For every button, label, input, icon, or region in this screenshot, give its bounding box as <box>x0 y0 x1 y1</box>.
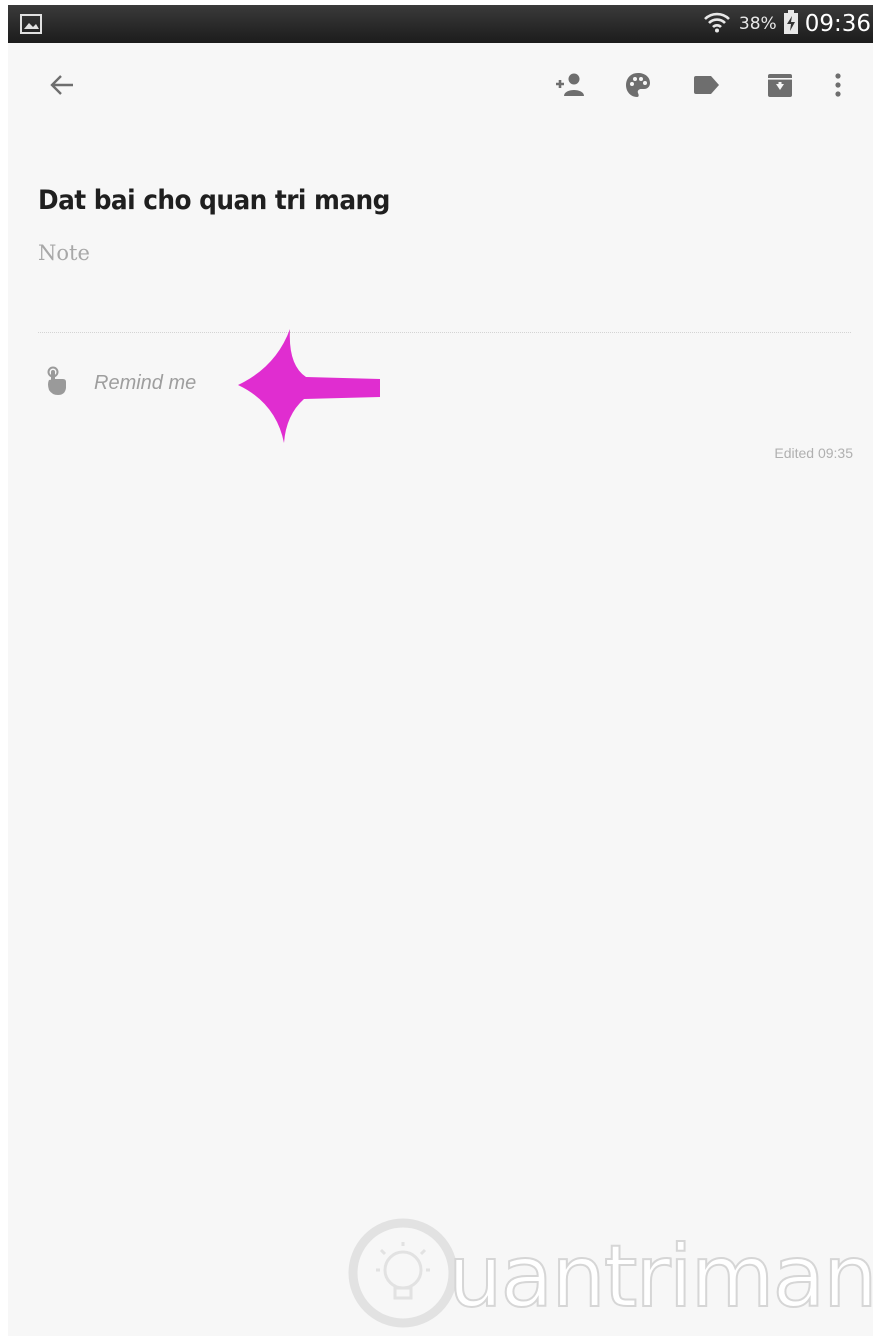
note-title[interactable]: Dat bai cho quan tri mang <box>38 185 390 216</box>
change-color-button[interactable] <box>618 67 658 107</box>
back-button[interactable] <box>42 67 82 107</box>
add-label-button[interactable] <box>686 67 726 107</box>
remind-me-button[interactable]: Remind me <box>44 363 196 403</box>
watermark-lightbulb-icon <box>348 1210 458 1336</box>
note-body-input[interactable]: Note <box>38 241 90 265</box>
reminder-hand-icon <box>44 366 68 401</box>
person-add-icon <box>550 72 586 103</box>
add-collaborator-button[interactable] <box>548 67 588 107</box>
note-toolbar <box>8 43 873 133</box>
palette-icon <box>624 71 652 104</box>
status-bar: 38% 09:36 <box>8 5 873 43</box>
more-options-button[interactable] <box>818 67 858 107</box>
image-notification-icon <box>20 14 42 39</box>
app-screen: 38% 09:36 Dat bai cho quan tri mang Note… <box>8 5 873 1336</box>
status-clock: 09:36 <box>804 11 871 37</box>
more-vert-icon <box>834 72 842 103</box>
annotation-arrow-icon <box>234 327 384 452</box>
wifi-icon <box>703 11 731 38</box>
archive-icon <box>767 72 793 103</box>
arrow-left-icon <box>49 74 75 101</box>
archive-button[interactable] <box>760 67 800 107</box>
watermark-text: uantrimang <box>447 1226 873 1328</box>
remind-me-label: Remind me <box>94 371 197 394</box>
edited-timestamp: Edited 09:35 <box>774 445 853 461</box>
battery-percent: 38% <box>738 14 777 34</box>
battery-charging-icon <box>783 9 799 39</box>
label-icon <box>692 75 720 100</box>
divider <box>38 332 851 333</box>
